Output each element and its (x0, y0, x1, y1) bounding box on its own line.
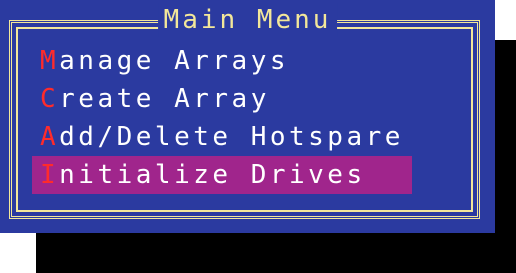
menu-item-create-array[interactable]: Create Array (32, 80, 412, 118)
menu-item-manage-arrays[interactable]: Manage Arrays (32, 42, 412, 80)
main-menu-window: Main Menu Manage Arrays Create Array Add… (0, 0, 495, 233)
bios-screen: Main Menu Manage Arrays Create Array Add… (0, 0, 516, 273)
menu-item-hotkey: C (40, 84, 60, 114)
menu-item-label: anage Arrays (59, 46, 289, 76)
menu-title: Main Menu (157, 3, 338, 37)
menu-item-hotkey: A (40, 122, 60, 152)
menu-item-initialize-drives[interactable]: Initialize Drives (32, 156, 412, 194)
menu-item-label: dd/Delete Hotspare (59, 122, 404, 152)
menu-item-label: nitialize Drives (59, 160, 366, 190)
menu-list: Manage Arrays Create Array Add/Delete Ho… (32, 42, 412, 194)
menu-item-hotkey: I (40, 160, 60, 190)
menu-item-hotkey: M (40, 46, 60, 76)
menu-item-add-delete-hotspare[interactable]: Add/Delete Hotspare (32, 118, 412, 156)
menu-item-label: reate Array (59, 84, 270, 114)
